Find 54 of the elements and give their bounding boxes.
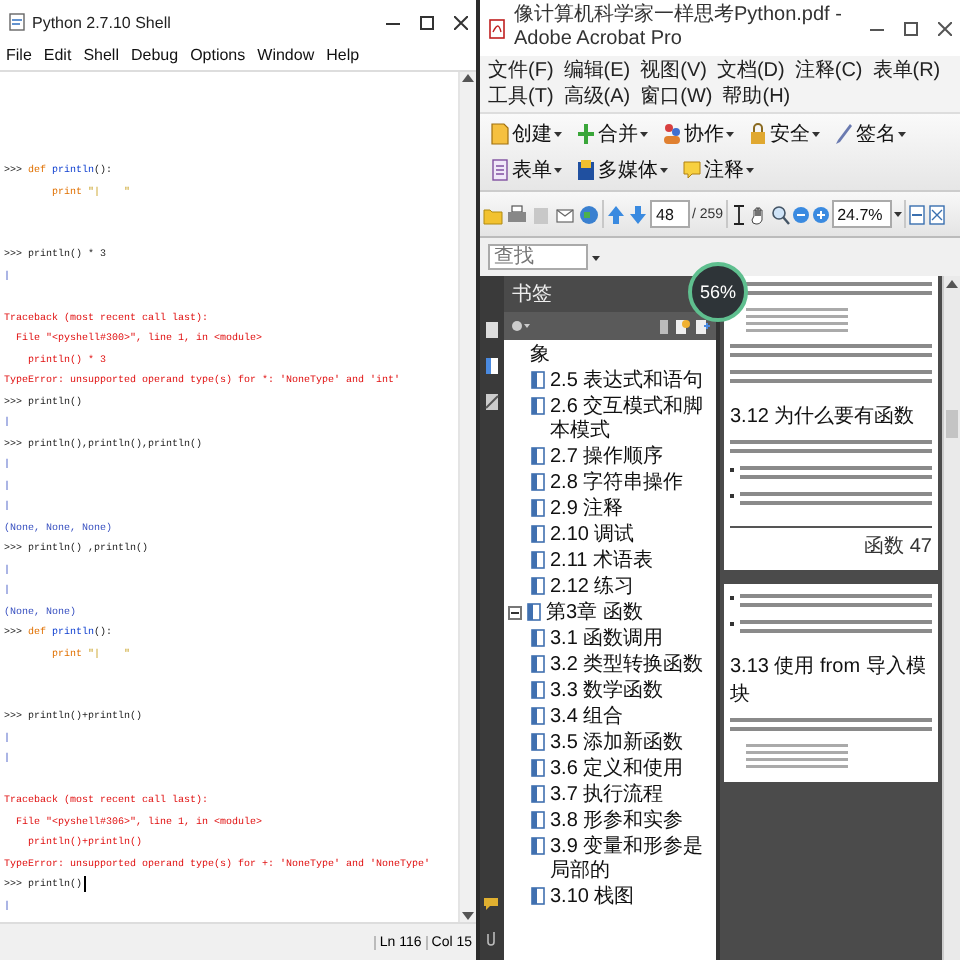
bookmark-item[interactable]: 3.2 类型转换函数 — [508, 654, 716, 678]
menu-item[interactable]: 视图(V) — [640, 58, 707, 84]
task-button[interactable]: 注释 — [678, 154, 758, 186]
bookmark-item[interactable]: 3.9 变量和形参是局部的 — [508, 836, 716, 884]
window-title: 像计算机科学家一样思考Python.pdf - Adobe Acrobat Pro — [514, 4, 844, 52]
task-button[interactable]: 合并 — [572, 118, 652, 150]
bookmark-item[interactable]: 3.10 栈图 — [508, 886, 716, 910]
task-button[interactable]: 创建 — [486, 118, 566, 150]
bookmark-item[interactable]: 2.7 操作顺序 — [508, 446, 716, 470]
panel-title: 书签 — [512, 281, 552, 308]
bookmark-item[interactable]: 2.5 表达式和语句 — [508, 370, 716, 394]
bookmark-item[interactable]: 2.8 字符串操作 — [508, 472, 716, 496]
menu-item[interactable]: Debug — [130, 46, 179, 64]
bookmark-item[interactable]: 3.1 函数调用 — [508, 628, 716, 652]
section-heading: 3.12 为什么要有函数 — [730, 403, 917, 430]
page-number-field[interactable]: 48 — [650, 200, 690, 228]
menu-item[interactable]: Shell — [83, 46, 119, 64]
menu-item[interactable]: 窗口(W) — [640, 84, 713, 110]
task-button[interactable]: 多媒体 — [572, 154, 672, 186]
menu-item[interactable]: 帮助(H) — [722, 84, 791, 110]
bookmark-item[interactable]: 3.6 定义和使用 — [508, 758, 716, 782]
bookmark-item[interactable]: 3.3 数学函数 — [508, 680, 716, 704]
bookmark-item[interactable]: 2.11 术语表 — [508, 550, 716, 574]
section-heading: 3.13 使用 from 导入模块 — [730, 653, 928, 708]
bookmark-item[interactable]: 2.6 交互模式和脚本模式 — [508, 396, 716, 444]
task-button[interactable]: 协作 — [658, 118, 738, 150]
bookmark-item[interactable]: 第3章 函数 — [508, 602, 716, 626]
menu-item[interactable]: Help — [326, 46, 360, 64]
window-title: Python 2.7.10 Shell — [32, 13, 173, 31]
bookmark-item[interactable]: 2.12 练习 — [508, 576, 716, 600]
menu-item[interactable]: 文档(D) — [716, 58, 785, 84]
menu-item[interactable]: File — [6, 46, 32, 64]
menu-item[interactable]: 编辑(E) — [563, 58, 631, 84]
zoom-field[interactable]: 24.7% — [831, 200, 892, 228]
menu-item[interactable]: 注释(C) — [794, 58, 863, 84]
menu-item[interactable]: 工具(T) — [488, 84, 554, 110]
menu-item[interactable]: Options — [190, 46, 246, 64]
search-field[interactable]: 查找 — [488, 244, 588, 270]
bookmark-item[interactable]: 2.10 调试 — [508, 524, 716, 548]
bookmark-item[interactable]: 3.7 执行流程 — [508, 784, 716, 808]
menu-item[interactable]: 高级(A) — [563, 84, 631, 110]
task-button[interactable]: 签名 — [830, 118, 910, 150]
task-button[interactable]: 表单 — [486, 154, 566, 186]
bookmark-item[interactable]: 3.8 形参和实参 — [508, 810, 716, 834]
menu-item[interactable]: Window — [257, 46, 315, 64]
bookmark-item[interactable]: 2.9 注释 — [508, 498, 716, 522]
task-button[interactable]: 安全 — [744, 118, 824, 150]
bookmark-item[interactable]: 3.4 组合 — [508, 706, 716, 730]
page-footer: 函数 47 — [730, 526, 932, 560]
bookmark-item[interactable]: 3.5 添加新函数 — [508, 732, 716, 756]
bookmark-item[interactable]: 象 — [508, 344, 716, 368]
menu-item[interactable]: 文件(F) — [488, 58, 554, 84]
menu-item[interactable]: 表单(R) — [872, 58, 941, 84]
menu-item[interactable]: Edit — [43, 46, 72, 64]
